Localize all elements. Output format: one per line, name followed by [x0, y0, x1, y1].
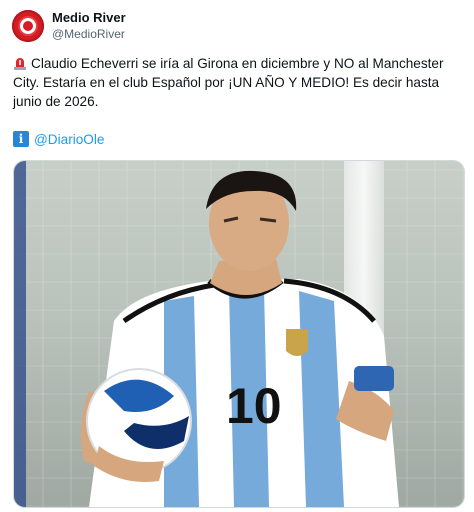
tweet-body: Claudio Echeverri se iría al Girona en d… [13, 54, 461, 111]
tweet-text: Claudio Echeverri se iría al Girona en d… [13, 56, 448, 109]
player-figure: 10 [80, 170, 399, 507]
handle[interactable]: @MedioRiver [52, 26, 126, 42]
source-line: i @DiarioOle [13, 131, 104, 147]
avatar[interactable] [12, 10, 44, 42]
tweet-photo[interactable]: 10 [13, 160, 465, 508]
rotating-light-icon [14, 58, 26, 70]
information-icon: i [13, 131, 29, 147]
source-mention-link[interactable]: @DiarioOle [34, 132, 104, 147]
tweet-header: Medio River @MedioRiver [12, 10, 126, 42]
display-name[interactable]: Medio River [52, 10, 126, 26]
jersey-number: 10 [226, 378, 282, 434]
author-block: Medio River @MedioRiver [52, 10, 126, 42]
